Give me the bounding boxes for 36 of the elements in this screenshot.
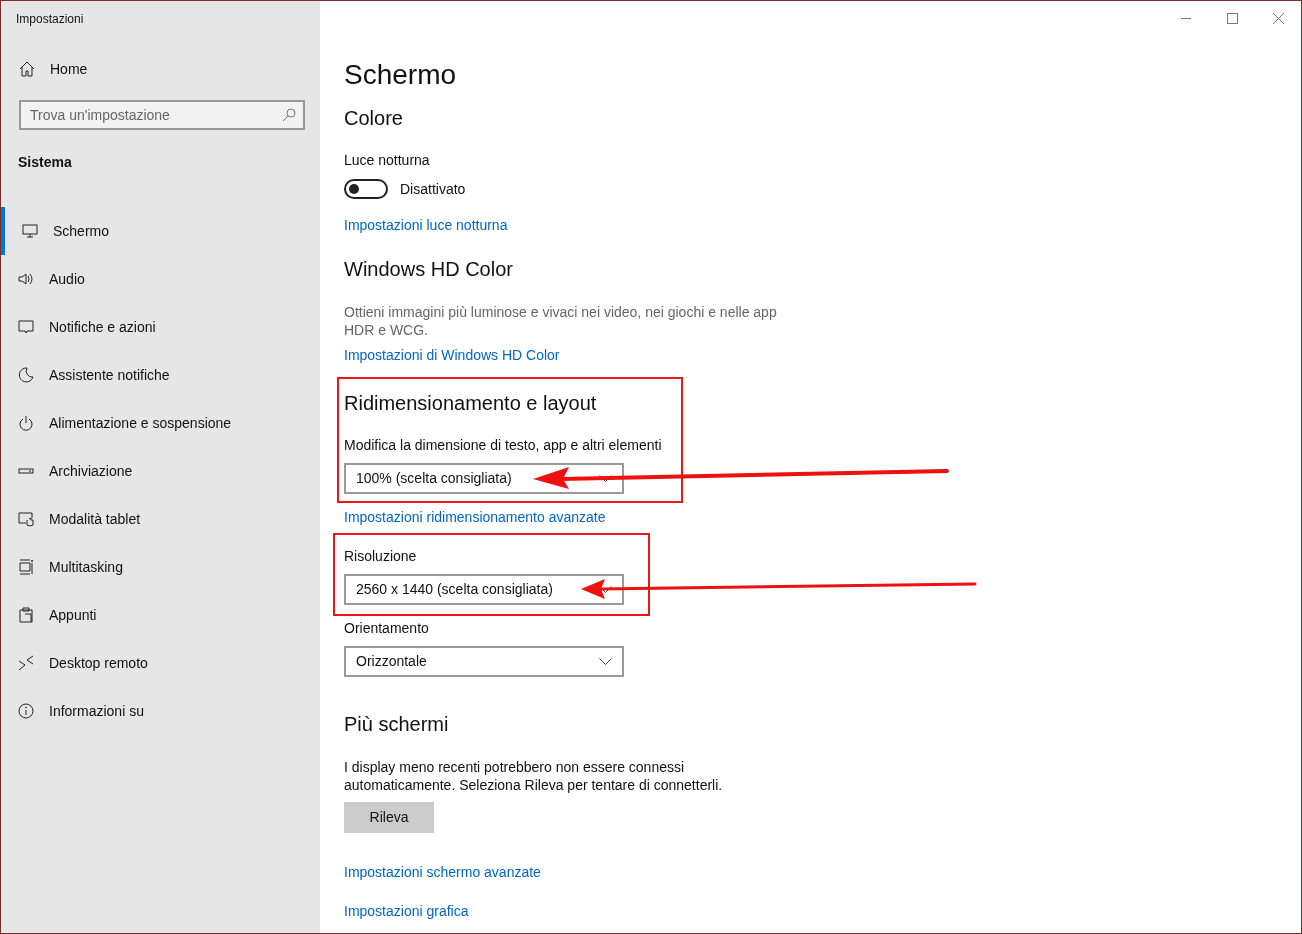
dropdown[interactable]: 100% (scelta consigliata)	[344, 463, 624, 494]
settings-link[interactable]: Impostazioni schermo avanzate	[344, 862, 541, 882]
settings-link[interactable]: Impostazioni ridimensionamento avanzate	[344, 507, 606, 527]
description-text: I display meno recenti potrebbero non essere connessi automaticamente. Seleziona Rileva per tentare di connetterli.	[344, 758, 724, 794]
field-label: Luce notturna	[344, 151, 430, 170]
sidebar-item[interactable]: Assistente notifiche	[1, 351, 320, 399]
field-label: Modifica la dimensione di testo, app e altri elementi	[344, 436, 662, 455]
sidebar-item[interactable]: Alimentazione e sospensione	[1, 399, 320, 447]
toggle-state: Disattivato	[400, 180, 466, 199]
section-title: Sistema	[18, 153, 72, 172]
section-heading: Più schermi	[344, 712, 449, 737]
detect-button[interactable]: Rileva	[344, 802, 434, 833]
section-heading: Colore	[344, 106, 403, 131]
dropdown[interactable]: 2560 x 1440 (scelta consigliata)	[344, 574, 624, 605]
sidebar-item[interactable]: Audio	[1, 255, 320, 303]
page-title: Schermo	[344, 58, 457, 92]
sidebar-item[interactable]: Schermo	[1, 207, 320, 255]
search-field[interactable]: Trova un'impostazione	[19, 100, 305, 130]
sidebar-item[interactable]: Archiviazione	[1, 447, 320, 495]
sidebar-item[interactable]: Appunti	[1, 591, 320, 639]
settings-link[interactable]: Impostazioni luce notturna	[344, 215, 508, 235]
section-heading: Ridimensionamento e layout	[344, 391, 597, 416]
settings-link[interactable]: Impostazioni grafica	[344, 901, 469, 921]
sidebar-item[interactable]: Notifiche e azioni	[1, 303, 320, 351]
field-label: Orientamento	[344, 619, 429, 638]
sidebar-item[interactable]: Modalità tablet	[1, 495, 320, 543]
section-heading: Windows HD Color	[344, 257, 513, 282]
field-label: Risoluzione	[344, 547, 417, 566]
description-text: Ottieni immagini più luminose e vivaci nei video, nei giochi e nelle app HDR e WCG.	[344, 303, 778, 339]
sidebar-item[interactable]: Desktop remoto	[1, 639, 320, 687]
settings-link[interactable]: Impostazioni di Windows HD Color	[344, 345, 560, 365]
window-title: Impostazioni	[16, 11, 84, 28]
sidebar-item[interactable]: Informazioni su	[1, 687, 320, 735]
dropdown[interactable]: Orizzontale	[344, 646, 624, 677]
home-link[interactable]: Home	[50, 59, 88, 79]
sidebar-item[interactable]: Multitasking	[1, 543, 320, 591]
